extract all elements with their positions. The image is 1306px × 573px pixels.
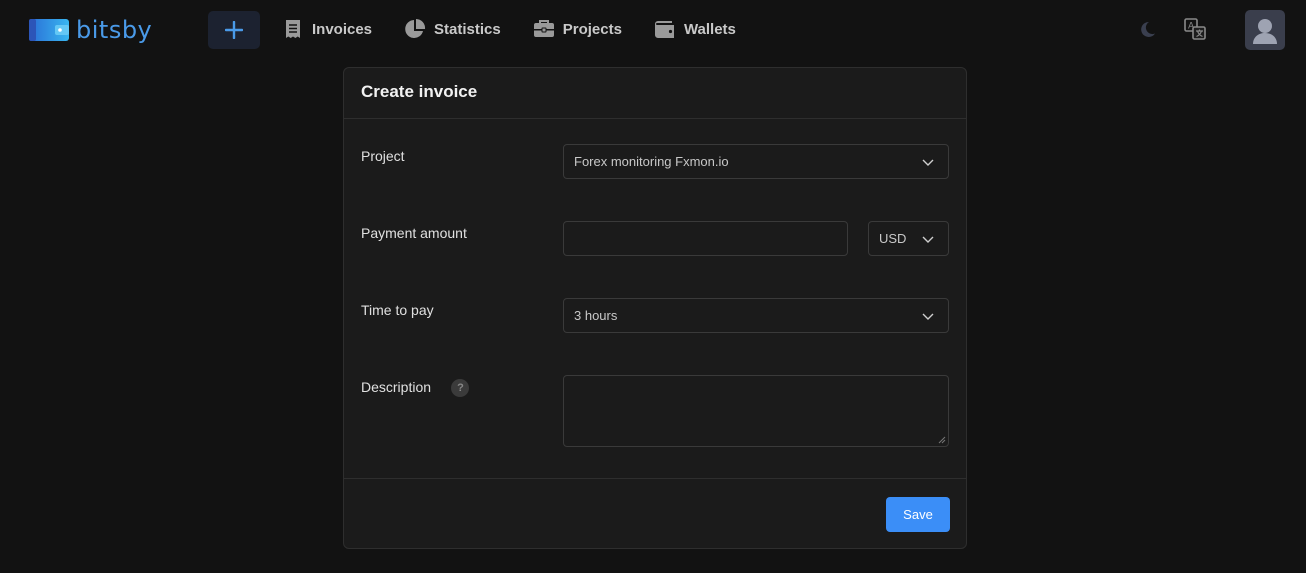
- time-row: Time to pay: [361, 302, 434, 320]
- project-select-value: Forex monitoring Fxmon.io: [574, 154, 729, 169]
- description-label: Description: [361, 379, 432, 396]
- chevron-down-icon: [922, 313, 934, 320]
- bitsby-logo[interactable]: bitsby: [29, 16, 152, 44]
- nav-label: Projects: [562, 20, 622, 38]
- nav-item-wallets[interactable]: Wallets: [654, 18, 736, 40]
- project-select[interactable]: Forex monitoring Fxmon.io: [563, 144, 949, 179]
- nav-item-projects[interactable]: Projects: [533, 18, 622, 40]
- create-button[interactable]: [208, 11, 260, 49]
- translate-icon: A: [1184, 18, 1206, 40]
- payment-amount-input[interactable]: [563, 221, 848, 256]
- main-nav: Invoices Statistics Projects Wallets: [282, 18, 768, 40]
- wallet-icon: [654, 18, 676, 40]
- nav-label: Wallets: [683, 20, 736, 38]
- time-to-pay-select[interactable]: 3 hours: [563, 298, 949, 333]
- card-header: Create invoice: [344, 68, 966, 119]
- wallet-logo-icon: [29, 17, 69, 43]
- user-icon: [1253, 19, 1277, 44]
- card-footer: Save: [344, 478, 966, 548]
- amount-row: Payment amount: [361, 225, 467, 243]
- resize-handle-icon[interactable]: [938, 436, 946, 444]
- nav-label: Invoices: [312, 20, 373, 38]
- project-label: Project: [361, 148, 405, 164]
- nav-item-invoices[interactable]: Invoices: [282, 18, 372, 40]
- chevron-down-icon: [922, 159, 934, 166]
- language-button[interactable]: A: [1183, 17, 1207, 41]
- description-textarea[interactable]: [563, 375, 949, 447]
- currency-select-value: USD: [879, 231, 907, 246]
- project-row: Project: [361, 148, 405, 166]
- receipt-icon: [282, 18, 304, 40]
- page-title: Create invoice: [361, 82, 478, 101]
- chevron-down-icon: [922, 236, 934, 243]
- moon-icon: [1141, 21, 1155, 37]
- plus-icon: [225, 21, 243, 39]
- user-avatar-button[interactable]: [1245, 10, 1285, 50]
- help-icon[interactable]: ?: [451, 379, 470, 397]
- nav-label: Statistics: [434, 20, 501, 38]
- save-button[interactable]: Save: [886, 497, 950, 532]
- top-navigation-bar: bitsby Invoices Statistics Projects Wall…: [0, 0, 1306, 60]
- time-to-pay-label: Time to pay: [361, 302, 434, 318]
- create-invoice-card: Create invoice Project Forex monitoring …: [343, 67, 967, 549]
- currency-select[interactable]: USD: [868, 221, 949, 256]
- description-row: Description ?: [361, 379, 470, 397]
- brand-name: bitsby: [76, 16, 153, 44]
- payment-amount-label: Payment amount: [361, 225, 467, 241]
- theme-toggle-button[interactable]: [1137, 19, 1157, 39]
- time-to-pay-value: 3 hours: [574, 308, 618, 323]
- briefcase-icon: [533, 18, 555, 40]
- nav-item-statistics[interactable]: Statistics: [404, 18, 501, 40]
- pie-chart-icon: [404, 18, 426, 40]
